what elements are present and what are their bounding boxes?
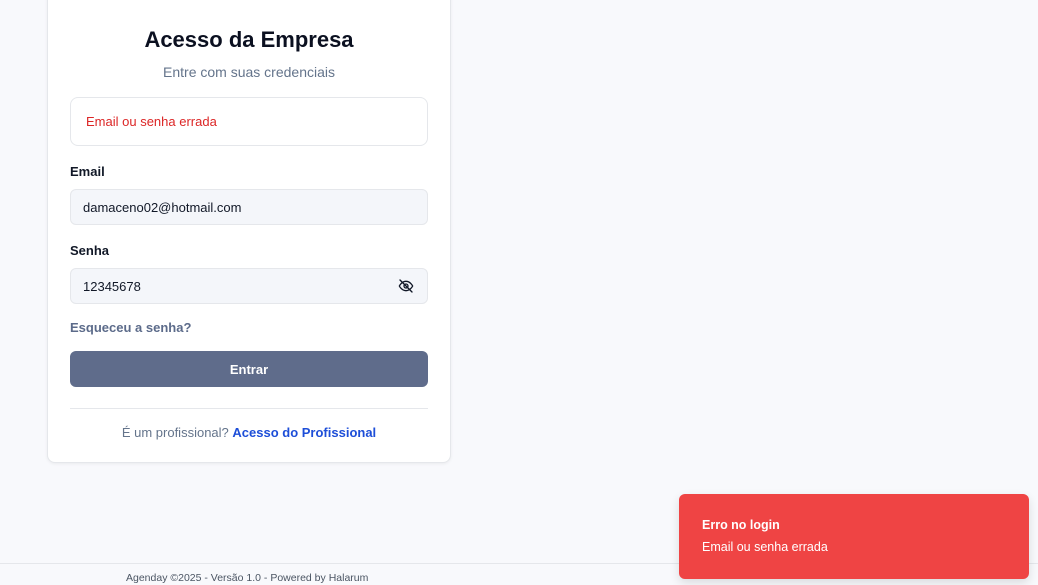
- email-field-value: damaceno02@hotmail.com: [83, 199, 242, 215]
- password-field[interactable]: 12345678: [70, 268, 428, 304]
- professional-access-line: É um profissional? Acesso do Profissiona…: [48, 425, 450, 440]
- page: Acesso da Empresa Entre com suas credenc…: [0, 0, 1038, 585]
- page-subtitle: Entre com suas credenciais: [163, 64, 335, 80]
- eye-off-icon[interactable]: [398, 278, 414, 294]
- password-label: Senha: [70, 243, 110, 258]
- login-card: Acesso da Empresa Entre com suas credenc…: [47, 0, 451, 463]
- login-button[interactable]: Entrar: [70, 351, 428, 387]
- toast-title: Erro no login: [702, 518, 780, 532]
- error-alert: Email ou senha errada: [70, 97, 428, 146]
- footer-text: Agenday ©2025 - Versão 1.0 - Powered by …: [126, 572, 369, 584]
- error-toast[interactable]: Erro no login Email ou senha errada: [679, 494, 1029, 579]
- error-alert-text: Email ou senha errada: [86, 114, 217, 129]
- toast-message: Email ou senha errada: [702, 540, 828, 554]
- professional-prompt: É um profissional?: [121, 425, 229, 440]
- password-field-value: 12345678: [83, 278, 141, 294]
- email-label: Email: [70, 164, 105, 179]
- divider: [70, 408, 428, 409]
- professional-access-link[interactable]: Acesso do Profissional: [232, 425, 376, 440]
- email-field[interactable]: damaceno02@hotmail.com: [70, 189, 428, 225]
- page-title: Acesso da Empresa: [144, 27, 354, 52]
- forgot-password-link[interactable]: Esqueceu a senha?: [70, 320, 191, 335]
